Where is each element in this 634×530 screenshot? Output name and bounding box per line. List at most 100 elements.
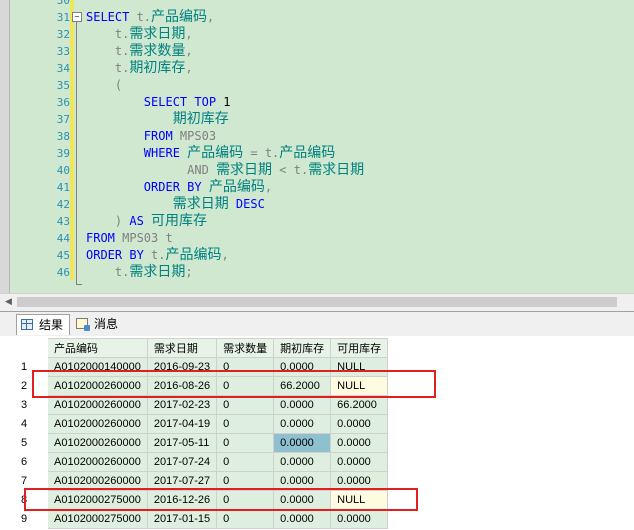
- code-line[interactable]: t.需求数量,: [86, 43, 193, 60]
- table-cell[interactable]: 0: [216, 509, 275, 529]
- code-line[interactable]: WHERE 产品编码 = t.产品编码: [86, 145, 335, 162]
- row-number[interactable]: 6: [16, 452, 48, 472]
- code-token: = t.: [243, 146, 280, 160]
- code-token: 需求日期: [172, 196, 229, 212]
- outline-collapse-region[interactable]: −: [72, 0, 82, 293]
- code-line[interactable]: SELECT TOP 1: [86, 94, 231, 111]
- line-number: 37: [56, 113, 70, 126]
- line-number: 34: [56, 62, 70, 75]
- table-row[interactable]: 9 A0102000275000 2017-01-15 0 0.0000 0.0000: [16, 509, 389, 529]
- table-cell[interactable]: 66.2000: [330, 395, 389, 415]
- table-cell[interactable]: A0102000260000: [47, 433, 148, 453]
- code-line[interactable]: ORDER BY t.产品编码,: [86, 247, 229, 264]
- table-cell[interactable]: 0.0000: [273, 452, 332, 472]
- column-header[interactable]: 需求日期: [146, 338, 218, 358]
- line-number-gutter: 30 31 32 33 34 35 36 37 38 39 40 41 42 43 44 45 46: [10, 0, 70, 293]
- table-cell[interactable]: 0.0000: [273, 509, 332, 529]
- column-header[interactable]: 产品编码: [47, 338, 148, 358]
- line-number: 42: [56, 198, 70, 211]
- table-cell[interactable]: 0: [216, 414, 275, 434]
- code-token: 产品编码: [279, 145, 336, 161]
- table-cell[interactable]: 0: [216, 433, 275, 453]
- code-line[interactable]: AND 需求日期 < t.需求日期: [86, 162, 364, 179]
- column-header[interactable]: 期初库存: [273, 338, 332, 358]
- code-line[interactable]: (: [86, 77, 122, 94]
- editor-left-margin: [0, 0, 10, 293]
- code-line[interactable]: ORDER BY 产品编码,: [86, 179, 272, 196]
- table-row[interactable]: 6 A0102000260000 2017-07-24 0 0.0000 0.0000: [16, 452, 389, 472]
- code-token: t.: [114, 27, 130, 41]
- collapse-toggle-icon[interactable]: −: [72, 12, 82, 22]
- tab-results[interactable]: 结果: [16, 314, 71, 335]
- row-header-corner[interactable]: [16, 338, 48, 358]
- code-line[interactable]: SELECT t.产品编码,: [86, 9, 214, 26]
- tab-messages[interactable]: 消息: [72, 314, 124, 334]
- table-cell[interactable]: 0.0000: [330, 433, 389, 453]
- code-token: t.: [151, 248, 166, 262]
- row-number[interactable]: 9: [16, 509, 48, 529]
- row-number[interactable]: 3: [16, 395, 48, 415]
- table-cell[interactable]: A0102000260000: [47, 452, 148, 472]
- table-cell[interactable]: A0102000260000: [47, 395, 148, 415]
- column-header[interactable]: 可用库存: [330, 338, 389, 358]
- table-cell[interactable]: 0.0000: [273, 433, 332, 453]
- code-token: 需求日期: [216, 162, 273, 178]
- code-line[interactable]: 期初库存: [86, 111, 229, 128]
- code-line[interactable]: 需求日期 DESC: [86, 196, 265, 213]
- table-cell[interactable]: 0.0000: [273, 414, 332, 434]
- line-number: 36: [56, 96, 70, 109]
- table-cell[interactable]: 2017-01-15: [146, 509, 218, 529]
- code-token: SELECT TOP: [143, 95, 224, 109]
- line-number: 41: [56, 181, 70, 194]
- code-token: FROM: [86, 231, 123, 245]
- table-row[interactable]: 4 A0102000260000 2017-04-19 0 0.0000 0.0000: [16, 414, 389, 434]
- row-number[interactable]: 5: [16, 433, 48, 453]
- column-header[interactable]: 需求数量: [216, 338, 275, 358]
- table-cell[interactable]: 0.0000: [273, 395, 332, 415]
- table-cell[interactable]: 0.0000: [330, 452, 389, 472]
- table-cell[interactable]: 2017-04-19: [146, 414, 218, 434]
- results-grid-icon: [21, 319, 33, 330]
- code-line[interactable]: t.需求日期,: [86, 26, 193, 43]
- code-token: t.: [114, 265, 130, 279]
- table-cell[interactable]: 0.0000: [330, 509, 389, 529]
- sql-editor[interactable]: 30 31 32 33 34 35 36 37 38 39 40 41 42 43 44 45 46 − SEL…: [0, 0, 634, 293]
- table-row[interactable]: 5 A0102000260000 2017-05-11 0 0.0000 0.0000: [16, 433, 389, 453]
- code-line[interactable]: t.期初库存,: [86, 60, 193, 77]
- code-token: 产品编码: [165, 247, 222, 263]
- code-token: 产品编码: [208, 179, 265, 195]
- code-token: ;: [185, 265, 193, 279]
- code-token: < t.: [272, 163, 309, 177]
- table-cell[interactable]: 2017-07-24: [146, 452, 218, 472]
- code-token: 产品编码: [151, 9, 208, 25]
- line-number: 33: [56, 45, 70, 58]
- horizontal-scrollbar[interactable]: ◀: [0, 293, 634, 311]
- table-cell[interactable]: 0: [216, 452, 275, 472]
- code-token: ): [114, 214, 130, 228]
- results-tab-bar: 结果 消息: [0, 311, 634, 337]
- table-cell[interactable]: A0102000275000: [47, 509, 148, 529]
- code-token: t.: [136, 10, 152, 24]
- code-line[interactable]: FROM MPS03: [86, 128, 216, 145]
- scrollbar-thumb[interactable]: [17, 297, 617, 307]
- messages-icon: [76, 318, 90, 331]
- table-cell[interactable]: A0102000260000: [47, 414, 148, 434]
- table-cell[interactable]: 2017-02-23: [146, 395, 218, 415]
- line-number: 45: [56, 249, 70, 262]
- code-token: ,: [185, 61, 193, 75]
- table-row[interactable]: 3 A0102000260000 2017-02-23 0 0.0000 66.2000: [16, 395, 389, 415]
- scroll-left-arrow-icon[interactable]: ◀: [0, 294, 17, 311]
- code-line[interactable]: ) AS 可用库存: [86, 213, 207, 230]
- table-cell[interactable]: 0: [216, 395, 275, 415]
- code-line[interactable]: FROM MPS03 t: [86, 230, 173, 247]
- table-cell[interactable]: 2017-05-11: [146, 433, 218, 453]
- table-cell[interactable]: 0.0000: [330, 414, 389, 434]
- row-number[interactable]: 4: [16, 414, 48, 434]
- code-line[interactable]: t.需求日期;: [86, 264, 193, 281]
